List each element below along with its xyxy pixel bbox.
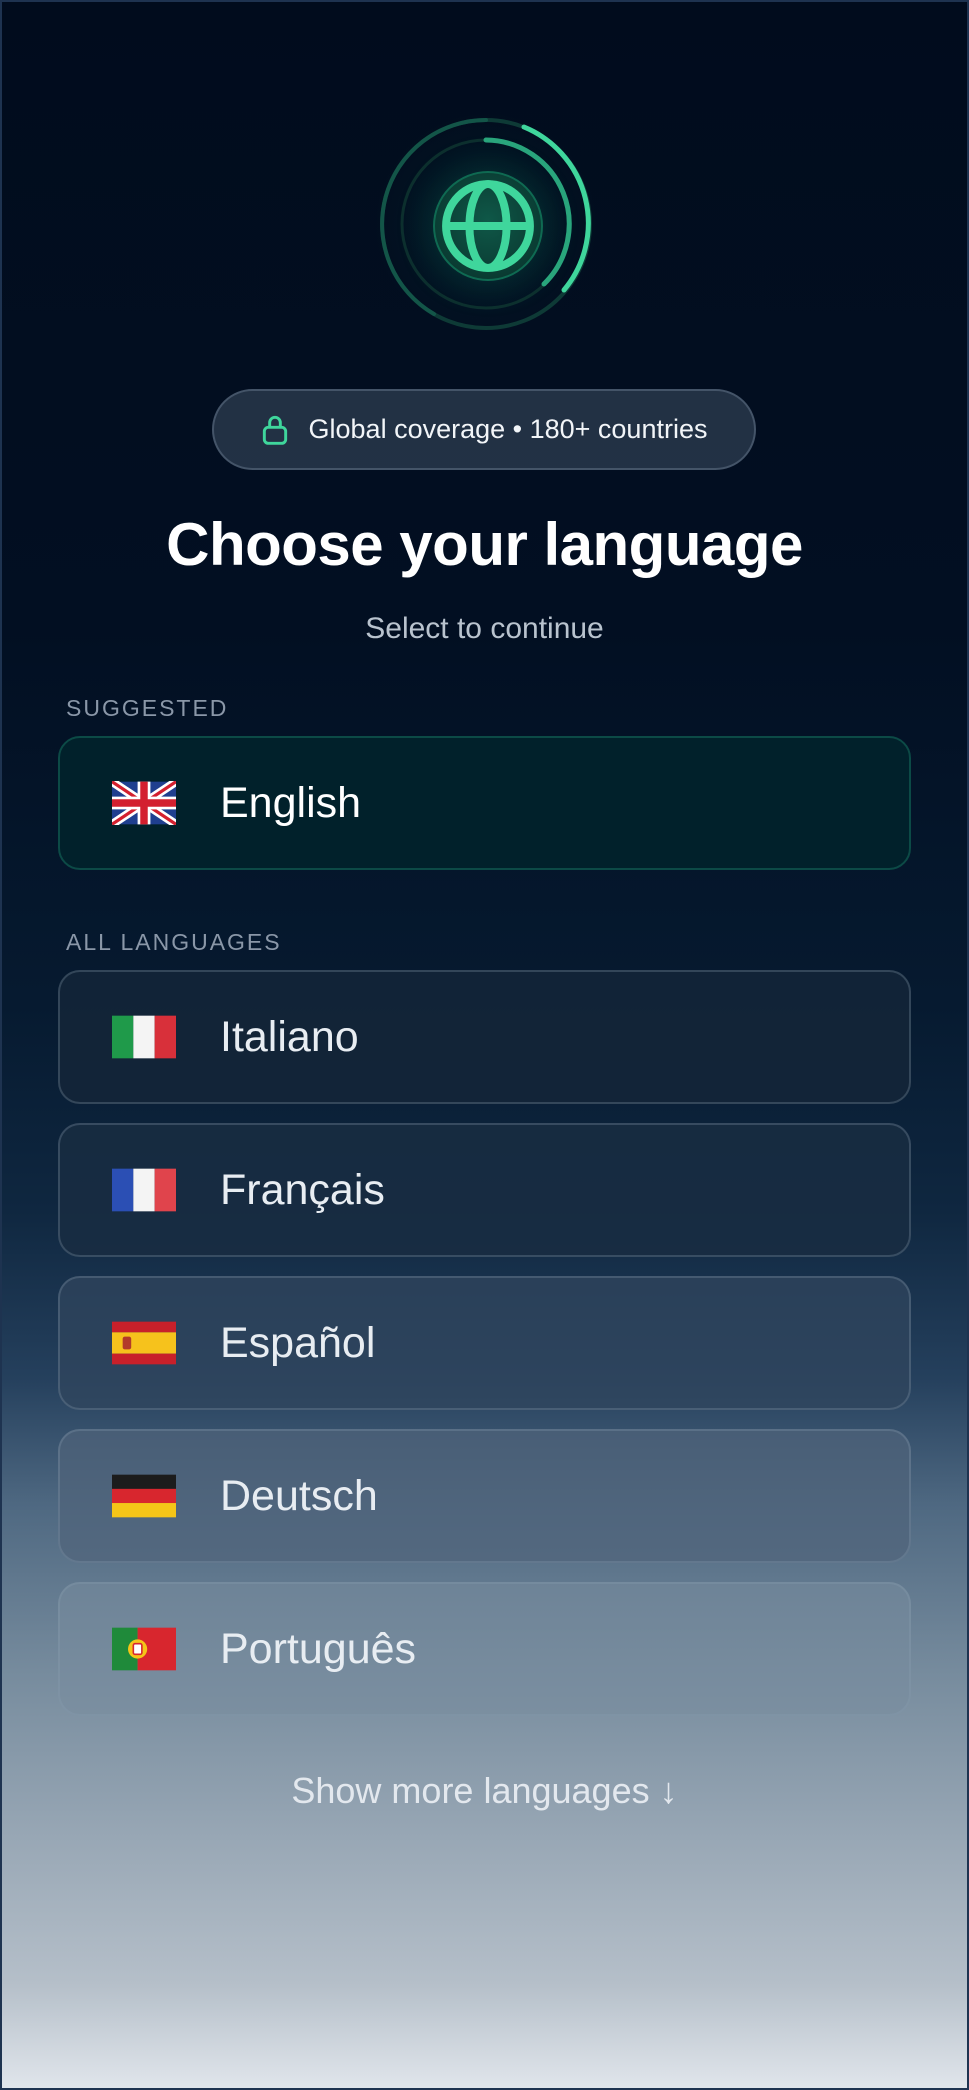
language-label: Deutsch	[220, 1471, 378, 1520]
language-label: Italiano	[220, 1012, 359, 1061]
globe-icon	[442, 180, 534, 272]
section-label-all-languages: ALL LANGUAGES	[66, 929, 282, 955]
language-label: Français	[220, 1165, 385, 1214]
arrow-down-icon: ↓	[659, 1770, 678, 1811]
language-option-english[interactable]: English	[58, 736, 911, 870]
page-subtitle: Select to continue	[365, 612, 604, 645]
germany-flag-icon	[112, 1474, 176, 1518]
portugal-flag-icon	[112, 1627, 176, 1671]
language-option-deutsch[interactable]: Deutsch	[58, 1429, 911, 1563]
language-option-italiano[interactable]: Italiano	[58, 970, 911, 1104]
coverage-text: Global coverage • 180+ countries	[308, 414, 708, 444]
globe-badge	[433, 171, 543, 281]
language-option-francais[interactable]: Français	[58, 1123, 911, 1257]
language-label: English	[220, 778, 362, 827]
uk-flag-icon	[112, 781, 176, 825]
hero-globe	[374, 112, 598, 336]
page-title: Choose your language	[166, 511, 803, 578]
language-option-espanol[interactable]: Español	[58, 1276, 911, 1410]
lock-icon	[262, 415, 287, 445]
section-label-suggested: SUGGESTED	[66, 695, 229, 721]
france-flag-icon	[112, 1168, 176, 1212]
language-label: Português	[220, 1624, 417, 1673]
coverage-badge: Global coverage • 180+ countries	[212, 389, 756, 470]
show-more-label: Show more languages	[291, 1770, 650, 1811]
language-picker-screen: Global coverage • 180+ countries Choose …	[0, 0, 969, 2090]
language-option-portugues[interactable]: Português	[58, 1582, 911, 1716]
language-label: Español	[220, 1318, 376, 1367]
spain-flag-icon	[112, 1321, 176, 1365]
italy-flag-icon	[112, 1015, 176, 1059]
show-more-languages-link[interactable]: Show more languages ↓	[2, 1770, 967, 1812]
